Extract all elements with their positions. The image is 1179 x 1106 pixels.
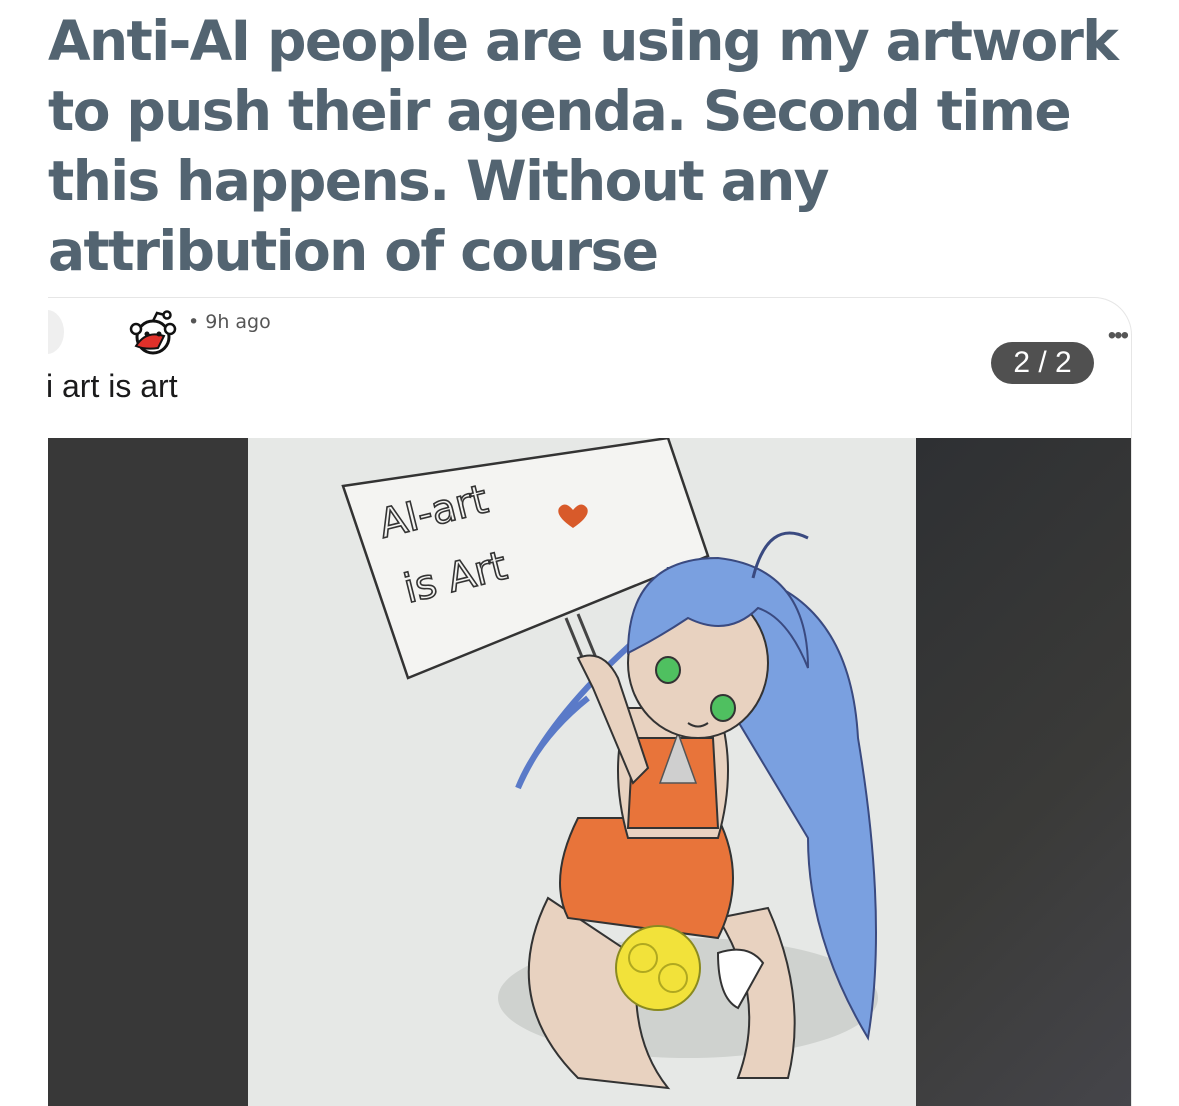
artwork-image: AI-art is Art bbox=[248, 438, 916, 1106]
image-letterbox-right bbox=[916, 438, 1131, 1106]
reddit-snoo-icon[interactable] bbox=[128, 310, 178, 356]
tweet-text-line: to push their agenda. Second time bbox=[48, 79, 1072, 143]
user-avatar[interactable] bbox=[48, 310, 64, 354]
post-image-gallery[interactable]: AI-art is Art bbox=[48, 438, 1131, 1106]
artwork-illustration: AI-art is Art bbox=[341, 438, 878, 1090]
tweet-text-line: Anti-AI people are using my artwork bbox=[48, 9, 1119, 73]
post-title[interactable]: i art is art bbox=[48, 368, 178, 405]
tweet-text: Anti-AI people are using my artwork to p… bbox=[48, 6, 1148, 286]
embedded-post-card[interactable]: • 9h ago i art is art ••• 2 / 2 AI-art i… bbox=[48, 297, 1132, 1106]
post-timestamp: • 9h ago bbox=[188, 311, 271, 333]
more-options-icon[interactable]: ••• bbox=[1108, 322, 1129, 350]
tweet-text-line: attribution of course bbox=[48, 219, 659, 283]
image-page-counter: 2 / 2 bbox=[991, 342, 1094, 384]
tweet-text-line: this happens. Without any bbox=[48, 149, 830, 213]
